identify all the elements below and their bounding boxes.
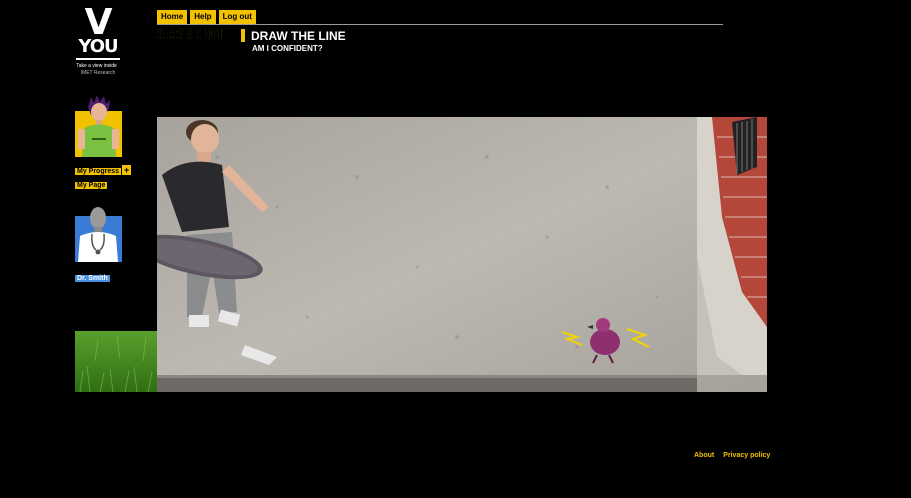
logo-word: YOU (78, 36, 118, 57)
grass-image (75, 331, 158, 393)
home-button[interactable]: Home (157, 10, 188, 24)
privacy-policy-link[interactable]: Privacy policy (723, 452, 770, 459)
game-scene[interactable] (157, 117, 767, 392)
my-page-link[interactable]: My Page (75, 174, 108, 192)
my-page-label: My Page (75, 182, 108, 189)
session-number: 1 (241, 29, 245, 42)
doctor-avatar[interactable] (75, 206, 122, 262)
plus-icon: + (122, 165, 132, 175)
logo-divider (76, 58, 120, 60)
logo-mark: V (84, 2, 113, 43)
session-title: DRAW THE LINE (251, 29, 346, 43)
logout-button[interactable]: Log out (218, 10, 256, 24)
app-logo[interactable]: V YOU Take a view inside IMET Research (74, 2, 122, 82)
footer-links: About Privacy policy (694, 452, 770, 459)
session-label: SESSION (157, 27, 224, 43)
help-button[interactable]: Help (190, 10, 216, 24)
session-subtitle: AM I CONFIDENT? (252, 44, 323, 53)
user-avatar[interactable] (75, 95, 122, 157)
top-nav: Home Help Log out (157, 10, 256, 24)
logo-subtitle: IMET Research (80, 70, 116, 76)
about-link[interactable]: About (694, 452, 714, 459)
doctor-link[interactable]: Dr. Smith (75, 267, 110, 285)
header-divider (157, 24, 723, 25)
doctor-name: Dr. Smith (75, 275, 110, 282)
